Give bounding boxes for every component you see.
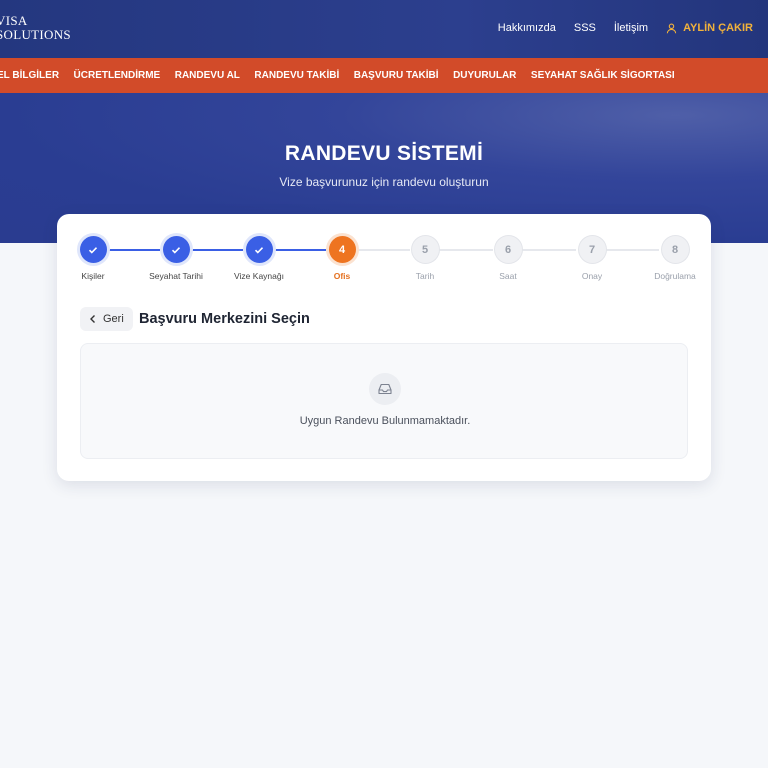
- page-title: RANDEVU SİSTEMİ: [284, 142, 484, 165]
- check-icon: [88, 246, 98, 254]
- step-circle: 8: [661, 236, 689, 263]
- logo[interactable]: VISA SOLUTIONS: [0, 14, 71, 42]
- step-label: Seyahat Tarihi: [149, 271, 203, 281]
- nav-item-application-tracking[interactable]: BAŞVURU TAKİBİ: [354, 70, 439, 81]
- top-nav: Hakkımızda SSS İletişim AYLİN ÇAKIR: [480, 22, 753, 34]
- step-5: 5 Tarih: [385, 236, 465, 281]
- section-title: Başvuru Merkezini Seçin: [139, 311, 310, 327]
- step-label: Ofis: [333, 271, 351, 281]
- step-8: 8 Doğrulama: [635, 236, 715, 281]
- stepper: Kişiler Seyahat Tarihi Vize Kaynağı 4 Of…: [57, 214, 711, 294]
- nav-item-general-info[interactable]: EL BİLGİLER: [0, 70, 59, 81]
- user-name: AYLİN ÇAKIR: [683, 22, 753, 34]
- step-label: Tarih: [415, 271, 435, 281]
- main-nav: EL BİLGİLER ÜCRETLENDİRME RANDEVU AL RAN…: [0, 58, 768, 93]
- inbox-icon: [378, 383, 392, 395]
- step-label: Doğrulama: [654, 271, 696, 281]
- step-2[interactable]: Seyahat Tarihi: [136, 236, 216, 281]
- step-6: 6 Saat: [468, 236, 548, 281]
- nav-item-book-appointment[interactable]: RANDEVU AL: [175, 70, 240, 81]
- step-circle: 4: [328, 236, 356, 263]
- logo-line-1: VISA: [0, 13, 28, 28]
- nav-item-announcements[interactable]: DUYURULAR: [453, 70, 516, 81]
- nav-item-appointment-tracking[interactable]: RANDEVU TAKİBİ: [254, 70, 339, 81]
- empty-state: Uygun Randevu Bulunmamaktadır.: [80, 343, 688, 459]
- check-icon: [171, 246, 181, 254]
- appointment-card: Kişiler Seyahat Tarihi Vize Kaynağı 4 Of…: [57, 214, 711, 481]
- nav-link-contact[interactable]: İletişim: [614, 22, 648, 34]
- step-7: 7 Onay: [552, 236, 632, 281]
- back-button[interactable]: Geri: [80, 307, 133, 331]
- step-4[interactable]: 4 Ofis: [302, 236, 382, 281]
- step-circle: [79, 236, 107, 263]
- user-menu[interactable]: AYLİN ÇAKIR: [666, 22, 753, 34]
- step-label: Kişiler: [81, 271, 105, 281]
- step-circle: [245, 236, 273, 263]
- nav-link-faq[interactable]: SSS: [574, 22, 596, 34]
- chevron-left-icon: [90, 315, 95, 323]
- empty-state-message: Uygun Randevu Bulunmamaktadır.: [299, 415, 471, 427]
- top-header: VISA SOLUTIONS Hakkımızda SSS İletişim A…: [0, 0, 768, 58]
- step-label: Onay: [581, 271, 603, 281]
- step-circle: 7: [578, 236, 606, 263]
- user-icon: [666, 23, 677, 33]
- step-label: Vize Kaynağı: [234, 271, 284, 281]
- logo-line-2: SOLUTIONS: [0, 27, 71, 42]
- step-1[interactable]: Kişiler: [53, 236, 133, 281]
- page-subtitle: Vize başvurunuz için randevu oluşturun: [279, 175, 489, 189]
- step-label: Saat: [499, 271, 517, 281]
- back-button-label: Geri: [103, 313, 124, 325]
- step-circle: [162, 236, 190, 263]
- step-circle: 6: [494, 236, 522, 263]
- empty-icon-wrap: [369, 373, 401, 405]
- nav-item-travel-insurance[interactable]: SEYAHAT SAĞLIK SİGORTASI: [531, 70, 675, 81]
- nav-link-about[interactable]: Hakkımızda: [498, 22, 556, 34]
- step-3[interactable]: Vize Kaynağı: [219, 236, 299, 281]
- check-icon: [254, 246, 264, 254]
- nav-item-pricing[interactable]: ÜCRETLENDİRME: [74, 70, 161, 81]
- step-circle: 5: [411, 236, 439, 263]
